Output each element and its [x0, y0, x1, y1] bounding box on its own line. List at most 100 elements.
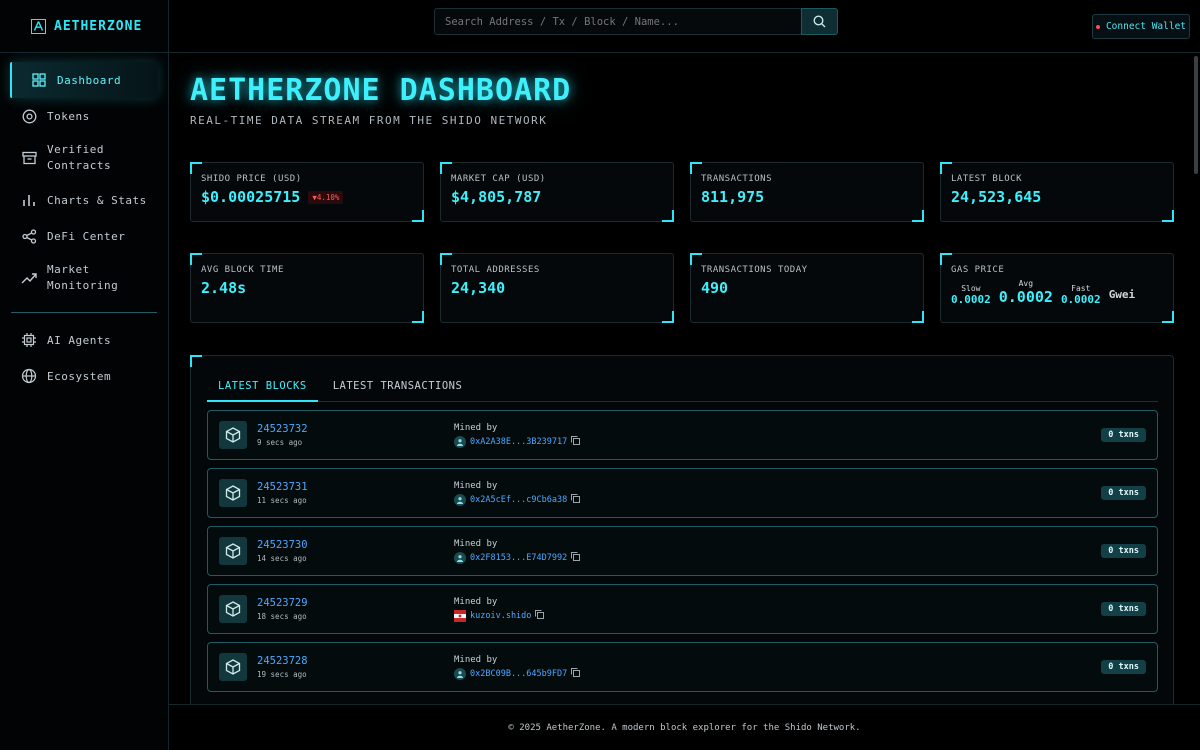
- miner-address-link[interactable]: 0x2A5cEf...c9Cb6a38: [470, 495, 567, 505]
- stat-value: $4,805,787: [451, 188, 542, 206]
- miner-address-link[interactable]: kuzoiv.shido: [470, 611, 531, 621]
- mined-by-label: Mined by: [454, 481, 498, 491]
- token-icon: [21, 108, 37, 124]
- stat-label: TRANSACTIONS TODAY: [701, 265, 808, 275]
- gas-slow-value: 0.0002: [951, 293, 991, 306]
- gas-fast: Fast 0.0002: [1061, 284, 1101, 306]
- stat-value: 490: [701, 279, 729, 297]
- stat-card-price: SHIDO PRICE (USD) $0.00025715 ▼4.10%: [190, 162, 424, 222]
- block-number-link[interactable]: 24523729: [257, 597, 308, 609]
- sidebar-item-dashboard[interactable]: Dashboard: [10, 62, 158, 98]
- user-icon: [454, 436, 466, 448]
- user-icon: [454, 552, 466, 564]
- sidebar-item-charts-stats[interactable]: Charts & Stats: [0, 182, 168, 218]
- sidebar-item-defi-center[interactable]: DeFi Center: [0, 218, 168, 254]
- stat-value: 24,523,645: [951, 188, 1042, 206]
- gas-slow-label: Slow: [961, 284, 981, 293]
- copy-icon[interactable]: [571, 552, 581, 564]
- connect-wallet-label: Connect Wallet: [1105, 21, 1187, 32]
- copy-icon[interactable]: [571, 494, 581, 506]
- table-row[interactable]: 24523728 19 secs ago Mined by 0x2BC09B..…: [207, 642, 1158, 692]
- block-number-link[interactable]: 24523732: [257, 423, 308, 435]
- footer-text: © 2025 AetherZone. A modern block explor…: [508, 722, 861, 733]
- sidebar-item-verified-contracts[interactable]: Verified Contracts: [0, 134, 168, 182]
- table-row[interactable]: 24523731 11 secs ago Mined by 0x2A5cEf..…: [207, 468, 1158, 518]
- table-row[interactable]: 24523730 14 secs ago Mined by 0x2F8153..…: [207, 526, 1158, 576]
- connect-wallet-button[interactable]: Connect Wallet: [1092, 14, 1190, 39]
- chip-icon: [21, 332, 37, 348]
- miner-address-link[interactable]: 0x2F8153...E74D7992: [470, 553, 567, 563]
- sidebar-item-label: Ecosystem: [47, 369, 112, 383]
- main-content: AETHERZONE DASHBOARD REAL-TIME DATA STRE…: [169, 54, 1200, 704]
- search-input[interactable]: [434, 8, 802, 35]
- footer: © 2025 AetherZone. A modern block explor…: [169, 704, 1200, 750]
- block-number-link[interactable]: 24523728: [257, 655, 308, 667]
- stat-label: TOTAL ADDRESSES: [451, 265, 540, 275]
- price-change-badge: ▼4.10%: [308, 190, 344, 204]
- sidebar-item-market-monitoring[interactable]: Market Monitoring: [0, 254, 168, 302]
- latest-panel: LATEST BLOCKS LATEST TRANSACTIONS 245237…: [190, 355, 1174, 704]
- page-scrollbar[interactable]: [1192, 54, 1200, 704]
- gas-avg-label: Avg: [1018, 279, 1034, 288]
- stat-card-transactions-today: TRANSACTIONS TODAY 490: [690, 253, 924, 323]
- sidebar: AETHERZONE Dashboard Tokens Verified Con…: [0, 0, 169, 750]
- mined-by-label: Mined by: [454, 423, 498, 433]
- search-icon: [813, 15, 826, 28]
- miner-address-link[interactable]: 0xA2A38E...3B239717: [470, 437, 567, 447]
- stat-value: 2.48s: [201, 279, 247, 297]
- mined-by-label: Mined by: [454, 655, 498, 665]
- brand[interactable]: AETHERZONE: [0, 0, 168, 53]
- top-header: Connect Wallet: [169, 0, 1200, 53]
- brand-logo-icon: [31, 18, 46, 34]
- gas-slow: Slow 0.0002: [951, 284, 991, 306]
- brand-name: AETHERZONE: [54, 18, 143, 34]
- gas-fast-label: Fast: [1071, 284, 1091, 293]
- scrollbar-thumb[interactable]: [1194, 56, 1198, 174]
- sidebar-item-label: Verified Contracts: [47, 143, 112, 172]
- status-dot-icon: [1095, 24, 1100, 29]
- copy-icon[interactable]: [571, 668, 581, 680]
- tab-latest-blocks[interactable]: LATEST BLOCKS: [207, 372, 318, 402]
- miner-address: 0x2A5cEf...c9Cb6a38: [454, 494, 581, 506]
- sidebar-nav: Dashboard Tokens Verified Contracts Char…: [0, 53, 168, 394]
- stat-value: 811,975: [701, 188, 765, 206]
- search-button[interactable]: [801, 8, 838, 35]
- txn-count-badge: 0 txns: [1101, 428, 1146, 442]
- miner-address-link[interactable]: 0x2BC09B...645b9FD7: [470, 669, 567, 679]
- stat-card-total-addresses: TOTAL ADDRESSES 24,340: [440, 253, 674, 323]
- gas-avg: Avg 0.0002: [999, 279, 1053, 306]
- copy-icon[interactable]: [535, 610, 545, 622]
- cube-icon: [219, 653, 247, 681]
- stat-card-transactions: TRANSACTIONS 811,975: [690, 162, 924, 222]
- sidebar-item-tokens[interactable]: Tokens: [0, 98, 168, 134]
- grid-icon: [31, 72, 47, 88]
- block-age: 14 secs ago: [257, 554, 307, 563]
- flag-icon: [454, 610, 466, 622]
- stat-label: GAS PRICE: [951, 265, 1005, 275]
- tab-latest-transactions[interactable]: LATEST TRANSACTIONS: [322, 372, 474, 402]
- txn-count-badge: 0 txns: [1101, 486, 1146, 500]
- stat-label: SHIDO PRICE (USD): [201, 174, 302, 184]
- gas-avg-value: 0.0002: [998, 288, 1053, 306]
- archive-icon: [21, 150, 37, 166]
- gas-price-values: Slow 0.0002 Avg 0.0002 Fast 0.0002 Gwei: [951, 279, 1163, 306]
- sidebar-item-label: Tokens: [47, 109, 90, 123]
- share-icon: [21, 228, 37, 244]
- txn-count-badge: 0 txns: [1101, 660, 1146, 674]
- mined-by-label: Mined by: [454, 539, 498, 549]
- block-number-link[interactable]: 24523730: [257, 539, 308, 551]
- sidebar-item-ecosystem[interactable]: Ecosystem: [0, 358, 168, 394]
- sidebar-item-label: Dashboard: [57, 73, 122, 87]
- table-row[interactable]: 24523732 9 secs ago Mined by 0xA2A38E...…: [207, 410, 1158, 460]
- stat-label: MARKET CAP (USD): [451, 174, 546, 184]
- gas-unit: Gwei: [1108, 288, 1136, 301]
- sidebar-item-ai-agents[interactable]: AI Agents: [0, 322, 168, 358]
- page-subtitle: REAL-TIME DATA STREAM FROM THE SHIDO NET…: [190, 114, 548, 127]
- table-row[interactable]: 24523729 18 secs ago Mined by kuzoiv.shi…: [207, 584, 1158, 634]
- gas-fast-value: 0.0002: [1060, 293, 1101, 306]
- sidebar-item-label: AI Agents: [47, 333, 112, 347]
- trending-icon: [21, 270, 37, 286]
- copy-icon[interactable]: [571, 436, 581, 448]
- block-number-link[interactable]: 24523731: [257, 481, 308, 493]
- block-age: 9 secs ago: [257, 438, 303, 447]
